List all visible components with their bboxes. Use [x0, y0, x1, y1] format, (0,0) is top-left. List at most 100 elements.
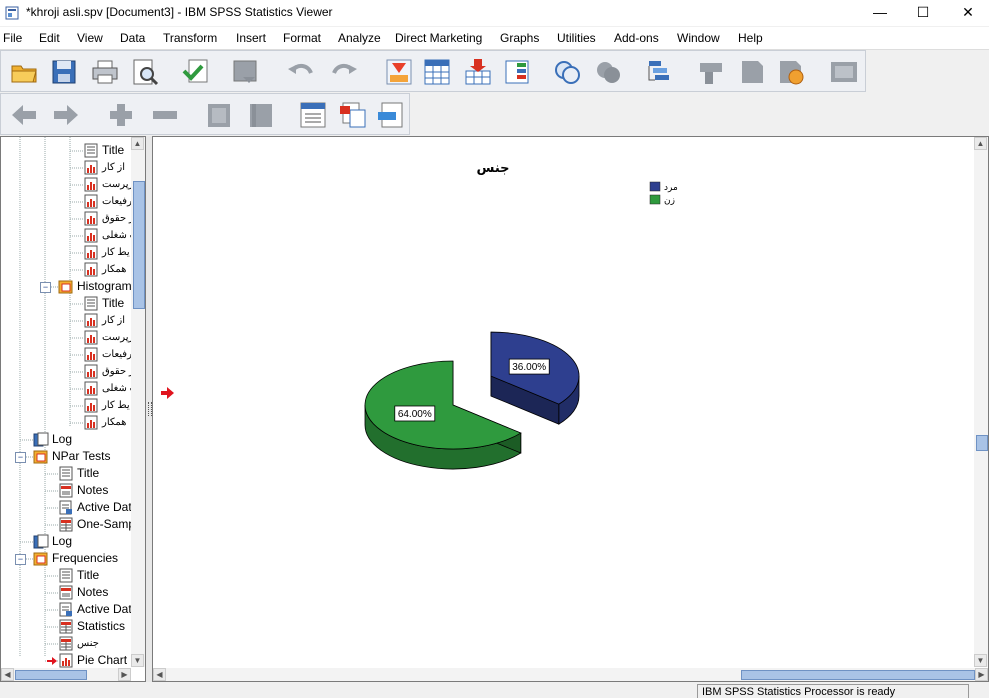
menu-bar: File Edit View Data Transform Insert For… — [0, 27, 989, 50]
recall-dialog-icon[interactable] — [231, 57, 261, 87]
legend-swatch — [649, 194, 661, 205]
value-labels-icon[interactable] — [696, 57, 726, 87]
notes-icon — [59, 585, 73, 600]
menu-view[interactable]: View — [77, 31, 103, 45]
scroll-up-arrow-icon[interactable]: ▲ — [131, 137, 144, 150]
outline-pane[interactable]: Title از کار رپرست رفیعات ز حقوق ت شغلی یط کار… — [0, 136, 146, 682]
menu-graphs[interactable]: Graphs — [500, 31, 539, 45]
insert-text-icon[interactable] — [376, 100, 406, 130]
scroll-down-arrow-icon[interactable]: ▼ — [131, 654, 144, 667]
chart-icon — [84, 330, 98, 345]
menu-help[interactable]: Help — [738, 31, 763, 45]
legend-label: زن — [664, 196, 675, 206]
content-horizontal-scrollbar[interactable]: ◀ ▶ — [153, 668, 988, 681]
content-scroll-left-arrow-icon[interactable]: ◀ — [153, 668, 166, 681]
scroll-left-arrow-icon[interactable]: ◀ — [1, 668, 14, 681]
pie-chart[interactable]: جنس مرد زن 36.00% 64.00% — [153, 137, 973, 667]
outline-item-label: Log — [52, 534, 73, 548]
save-icon[interactable] — [49, 57, 79, 87]
export-icon[interactable] — [181, 57, 211, 87]
outline-item-label: Histogram — [77, 279, 132, 293]
menu-edit[interactable]: Edit — [39, 31, 60, 45]
data-label: 64.00% — [398, 409, 432, 420]
menu-data[interactable]: Data — [120, 31, 145, 45]
doc-icon — [59, 602, 72, 617]
menu-direct-marketing[interactable]: Direct Marketing — [395, 31, 482, 45]
maximize-button[interactable]: ☐ — [900, 0, 946, 26]
designate-window-icon[interactable] — [829, 57, 859, 87]
collapse-icon[interactable] — [150, 100, 180, 130]
demote-icon[interactable] — [51, 100, 81, 130]
current-item-arrow-icon — [47, 657, 57, 665]
menu-analyze[interactable]: Analyze — [338, 31, 381, 45]
outline-item-label: همکار — [102, 417, 127, 428]
expand-icon[interactable] — [106, 100, 136, 130]
collapse-toggle-icon[interactable]: − — [15, 554, 26, 565]
close-button[interactable]: ✕ — [945, 0, 989, 26]
outline-horizontal-scrollbar[interactable]: ◀ ▶ — [1, 668, 131, 681]
outline-item-label: از کار — [102, 162, 126, 173]
legend-label: مرد — [664, 183, 678, 193]
menu-format[interactable]: Format — [283, 31, 321, 45]
outline-horizontal-scroll-thumb[interactable] — [15, 670, 87, 680]
show-icon[interactable] — [204, 100, 234, 130]
content-vertical-scroll-thumb[interactable] — [976, 435, 988, 451]
content-horizontal-scroll-thumb[interactable] — [741, 670, 975, 680]
output-content-pane[interactable]: جنس مرد زن 36.00% 64.00% ▲ ▼ ◀ ▶ — [152, 136, 989, 682]
scroll-right-arrow-icon[interactable]: ▶ — [118, 668, 131, 681]
outline-item-label: Frequencies — [52, 551, 119, 565]
outline-vertical-scrollbar[interactable]: ▲ ▼ — [131, 137, 145, 667]
variables-icon[interactable] — [502, 57, 532, 87]
selected-item-arrow-icon — [161, 387, 174, 399]
goto-case-icon[interactable] — [384, 57, 414, 87]
minimize-button[interactable]: — — [857, 0, 903, 26]
use-sets-icon[interactable] — [737, 57, 767, 87]
content-vertical-scrollbar[interactable]: ▲ ▼ — [974, 137, 988, 667]
menu-addons[interactable]: Add-ons — [614, 31, 659, 45]
window-title: *khroji asli.spv [Document3] - IBM SPSS … — [26, 5, 333, 19]
print-icon[interactable] — [90, 57, 120, 87]
undo-icon[interactable] — [286, 57, 316, 87]
chart-icon — [84, 228, 98, 243]
outline-item-label: Notes — [77, 483, 109, 497]
outline-vertical-scroll-thumb[interactable] — [133, 181, 145, 309]
insert-cases-icon[interactable] — [463, 57, 493, 87]
weight-cases-icon[interactable] — [593, 57, 623, 87]
insert-title-icon[interactable] — [338, 100, 368, 130]
menu-insert[interactable]: Insert — [236, 31, 266, 45]
folder-icon — [58, 280, 73, 294]
collapse-toggle-icon[interactable]: − — [40, 282, 51, 293]
status-text: IBM SPSS Statistics Processor is ready — [697, 684, 969, 698]
spss-viewer-icon — [5, 6, 19, 20]
main-toolbar — [0, 50, 866, 92]
show-all-icon[interactable] — [776, 57, 806, 87]
menu-transform[interactable]: Transform — [163, 31, 217, 45]
outline-item-label: رپرست — [102, 332, 134, 343]
open-icon[interactable] — [9, 57, 39, 87]
outline-item-label: One-Samp — [77, 517, 136, 531]
insert-heading-icon[interactable] — [298, 100, 328, 130]
menu-utilities[interactable]: Utilities — [557, 31, 596, 45]
status-bar: IBM SPSS Statistics Processor is ready — [0, 684, 989, 698]
promote-icon[interactable] — [9, 100, 39, 130]
content-scroll-up-arrow-icon[interactable]: ▲ — [974, 137, 987, 150]
chart-icon — [84, 194, 98, 209]
content-scroll-right-arrow-icon[interactable]: ▶ — [975, 668, 988, 681]
title-icon — [84, 296, 98, 311]
goto-variable-icon[interactable] — [422, 57, 452, 87]
hide-icon[interactable] — [246, 100, 276, 130]
menu-window[interactable]: Window — [677, 31, 720, 45]
menu-file[interactable]: File — [3, 31, 22, 45]
select-cases-icon[interactable] — [552, 57, 582, 87]
redo-icon[interactable] — [329, 57, 359, 87]
outline-item-label: رفیعات — [102, 349, 132, 360]
title-bar: *khroji asli.spv [Document3] - IBM SPSS … — [0, 0, 989, 26]
outline-item-label: Title — [102, 143, 125, 157]
collapse-toggle-icon[interactable]: − — [15, 452, 26, 463]
print-preview-icon[interactable] — [130, 57, 160, 87]
outline-item-label: Log — [52, 432, 73, 446]
split-file-icon[interactable] — [645, 57, 675, 87]
log-icon — [33, 534, 49, 549]
content-scroll-down-arrow-icon[interactable]: ▼ — [974, 654, 987, 667]
outline-item-label: رپرست — [102, 179, 134, 190]
